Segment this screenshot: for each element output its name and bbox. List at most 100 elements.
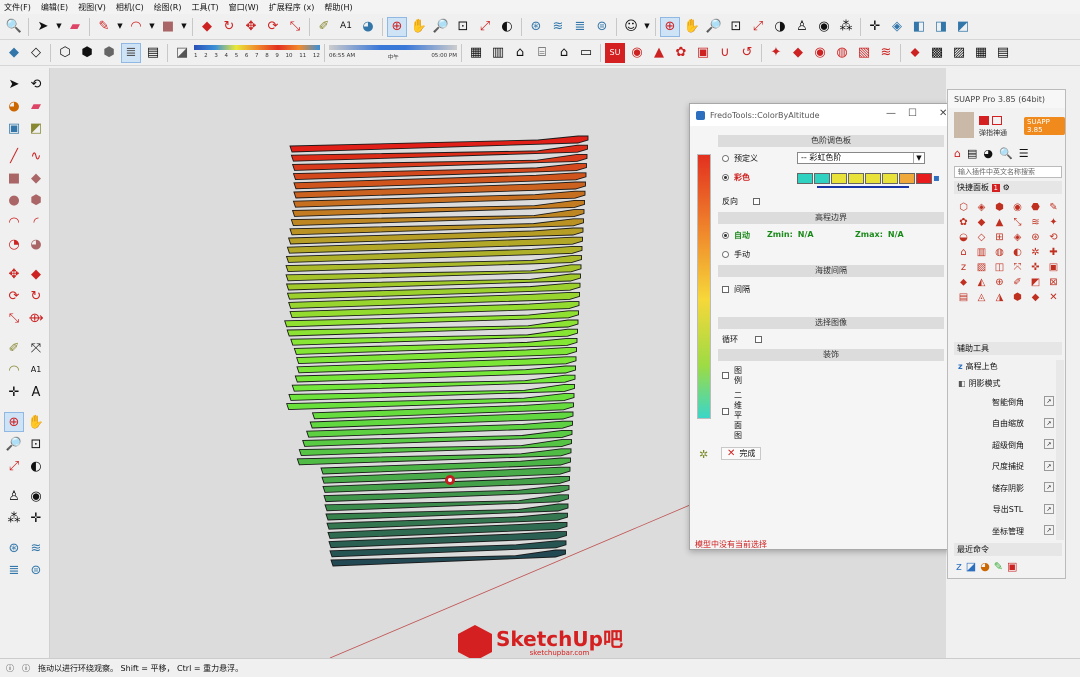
palette-select[interactable]: -- 彩虹色阶 ▼ <box>797 152 925 164</box>
chevron-down-icon[interactable]: ▼ <box>148 17 156 37</box>
month-slider[interactable]: 1 2 3 4 5 6 7 8 9 10 11 12 <box>194 42 320 64</box>
aux-item-shadow[interactable]: ◧ 阴影模式 <box>958 375 1058 391</box>
quick-tool-icon[interactable]: ◍ <box>992 246 1007 260</box>
previous-view-icon[interactable]: ◐ <box>497 17 517 37</box>
section-toggle-icon[interactable]: ⊜ <box>26 560 46 580</box>
top-view-icon[interactable]: ◧ <box>909 17 929 37</box>
zoom-alt-icon[interactable]: 🔎 <box>704 17 724 37</box>
legend-checkbox[interactable] <box>722 372 729 379</box>
quick-tool-icon[interactable]: ◒ <box>956 231 971 245</box>
chevron-down-icon[interactable]: ▼ <box>55 17 63 37</box>
plan-option[interactable]: 二维平面图 <box>722 391 743 441</box>
plugin-k-icon[interactable]: ▤ <box>993 43 1013 63</box>
plugin-j-icon[interactable]: ▦ <box>971 43 991 63</box>
shaded-icon[interactable]: ⬢ <box>99 43 119 63</box>
hidden-line-icon[interactable]: ⬢ <box>77 43 97 63</box>
zoom-window-alt-icon[interactable]: ⊡ <box>726 17 746 37</box>
predefined-option[interactable]: 预定义 <box>722 153 758 164</box>
menu-tools[interactable]: 工具(T) <box>192 2 219 13</box>
zoom-extents-icon[interactable]: ⤢ <box>4 456 24 476</box>
section-plane-icon[interactable]: ✛ <box>26 508 46 528</box>
color-swatch[interactable] <box>848 173 864 184</box>
command-item[interactable]: 坐标管理 ↗ <box>958 523 1058 539</box>
plugin-c-icon[interactable]: ◉ <box>810 43 830 63</box>
dimension-icon[interactable]: ⤧ <box>26 338 46 358</box>
lasso-icon[interactable]: ⟲ <box>26 74 46 94</box>
plugin-a-icon[interactable]: ✦ <box>766 43 786 63</box>
position-camera-icon[interactable]: ♙ <box>4 486 24 506</box>
recent-altitude-icon[interactable]: z <box>956 560 962 573</box>
eraser-icon[interactable]: ▰ <box>26 96 46 116</box>
back-edges-icon[interactable]: ◇ <box>26 43 46 63</box>
home-tab-icon[interactable]: ⌂ <box>954 147 961 163</box>
aux-item-altitude[interactable]: z 高程上色 <box>958 358 1058 374</box>
quick-tool-icon[interactable]: ≋ <box>1028 216 1043 230</box>
quick-tool-icon[interactable]: ✜ <box>1028 261 1043 275</box>
pencil-icon[interactable]: ✎ <box>94 17 114 37</box>
help-icon[interactable]: ⓘ <box>22 663 30 674</box>
quick-tool-icon[interactable]: ◈ <box>974 201 989 215</box>
loop-checkbox[interactable] <box>755 336 762 343</box>
bucket-tab-icon[interactable]: ◕ <box>983 147 993 163</box>
right-view-icon[interactable]: ◩ <box>953 17 973 37</box>
quick-tool-icon[interactable]: ◭ <box>974 276 989 290</box>
quick-tool-icon[interactable]: ◇ <box>974 231 989 245</box>
pan-icon[interactable]: ✋ <box>26 412 46 432</box>
quick-tool-icon[interactable]: ⬢ <box>992 201 1007 215</box>
recent-slice-icon[interactable]: ◪ <box>966 560 976 573</box>
tape-measure-icon[interactable]: ✐ <box>314 17 334 37</box>
tool-icon[interactable]: ↺ <box>737 43 757 63</box>
chevron-down-icon[interactable]: ▼ <box>180 17 188 37</box>
text-icon[interactable]: A1 <box>336 17 356 37</box>
paint-bucket-icon[interactable]: ◕ <box>358 17 378 37</box>
command-item[interactable]: 智能倒角 ↗ <box>958 394 1058 410</box>
scale-icon[interactable]: ⤡ <box>285 17 305 37</box>
axes-icon[interactable]: ✛ <box>4 382 24 402</box>
color-swatch[interactable] <box>865 173 881 184</box>
minimize-icon[interactable]: — <box>886 108 896 119</box>
warehouse-icon[interactable]: ⌸ <box>532 43 552 63</box>
command-item[interactable]: 尺度捕捉 ↗ <box>958 459 1058 475</box>
quick-tool-icon[interactable]: ⬥ <box>956 276 971 290</box>
freehand-icon[interactable]: ∿ <box>26 146 46 166</box>
footprints-icon[interactable]: ⁂ <box>836 17 856 37</box>
rotate-icon[interactable]: ⟳ <box>263 17 283 37</box>
pan-icon[interactable]: ✋ <box>409 17 429 37</box>
external-link-icon[interactable]: ↗ <box>1044 439 1054 449</box>
section-cut-icon[interactable]: ≋ <box>26 538 46 558</box>
panel-scrollbar[interactable] <box>1056 360 1064 540</box>
line-icon[interactable]: ╱ <box>4 146 24 166</box>
house-icon[interactable]: ⌂ <box>554 43 574 63</box>
quick-tool-icon[interactable]: ⊞ <box>992 231 1007 245</box>
follow-me-icon[interactable]: ↻ <box>26 286 46 306</box>
wireframe-icon[interactable]: ⬡ <box>55 43 75 63</box>
quick-tool-icon[interactable]: ⤡ <box>1010 216 1025 230</box>
quick-panel-header[interactable]: 快捷面板 1 ⚙ <box>954 181 1062 194</box>
select-icon[interactable]: ➤ <box>4 74 24 94</box>
chevron-down-icon[interactable]: ▼ <box>643 17 651 37</box>
quick-tool-icon[interactable]: z <box>956 261 971 275</box>
suapp-icon[interactable]: SU <box>605 42 625 63</box>
manual-radio[interactable] <box>722 251 729 258</box>
section-plane-icon[interactable]: ⊛ <box>526 17 546 37</box>
scale-icon[interactable]: ⤡ <box>4 308 24 328</box>
auto-radio[interactable] <box>722 232 729 239</box>
user-icon[interactable]: ☺ <box>621 17 641 37</box>
previous-alt-icon[interactable]: ◑ <box>770 17 790 37</box>
move-icon[interactable]: ✥ <box>4 264 24 284</box>
external-link-icon[interactable]: ↗ <box>1044 525 1054 535</box>
iso-view-icon[interactable]: ◈ <box>887 17 907 37</box>
zoom-extents-alt-icon[interactable]: ⤢ <box>748 17 768 37</box>
plugin-f-icon[interactable]: ≋ <box>876 43 896 63</box>
color-swatch[interactable] <box>882 173 898 184</box>
walk-icon[interactable]: ⁂ <box>4 508 24 528</box>
tag-icon[interactable]: ◩ <box>26 118 46 138</box>
zoom-extents-icon[interactable]: ⤢ <box>475 17 495 37</box>
axes-icon[interactable]: ✛ <box>865 17 885 37</box>
gear-icon[interactable]: ✿ <box>671 43 691 63</box>
color-swatch[interactable] <box>831 173 847 184</box>
position-camera-icon[interactable]: ♙ <box>792 17 812 37</box>
pie-icon[interactable]: ◕ <box>26 234 46 254</box>
orbit-icon[interactable]: ⊕ <box>387 16 407 37</box>
arc-icon[interactable]: ◠ <box>126 17 146 37</box>
